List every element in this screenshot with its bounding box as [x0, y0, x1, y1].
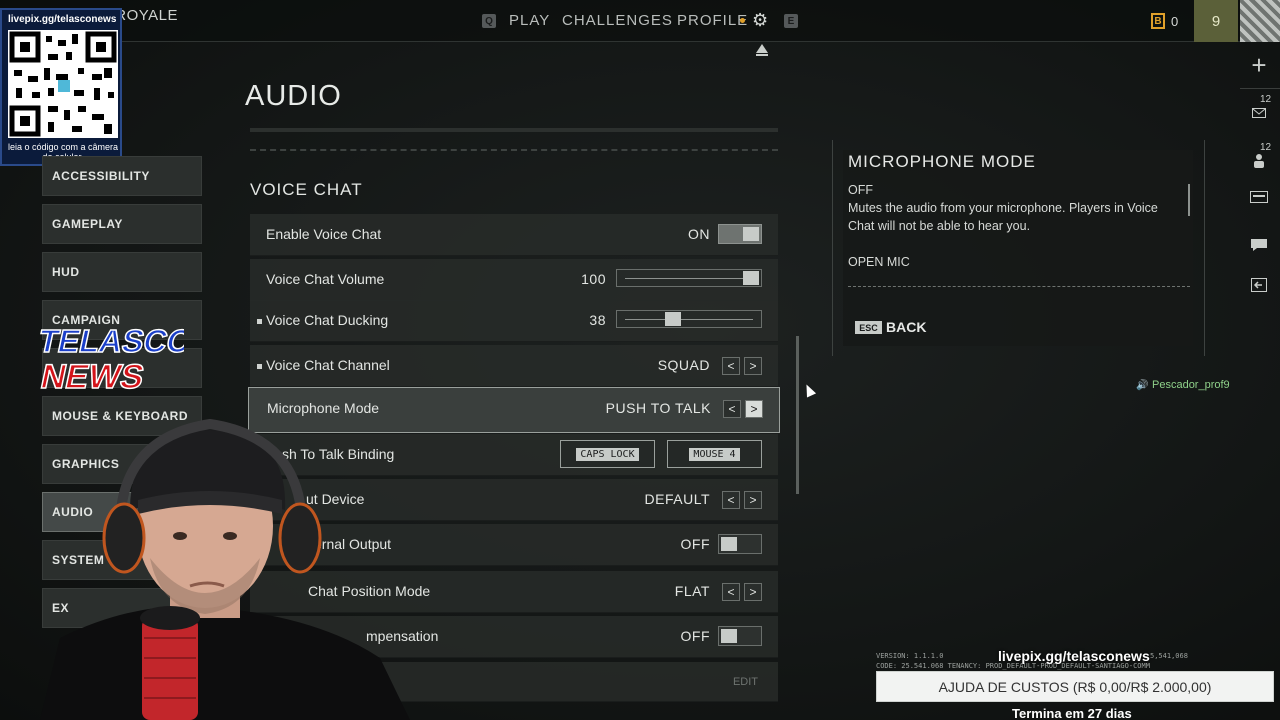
setting-label: Microphone Mode — [267, 400, 380, 416]
page-title: AUDIO — [245, 80, 342, 112]
setting-voice-chat-volume[interactable]: Voice Chat Volume 100 — [250, 259, 778, 301]
chat-icon[interactable] — [1240, 226, 1278, 264]
description-option-off: OFF — [848, 183, 873, 197]
description-scrollbar[interactable] — [1188, 184, 1190, 216]
setting-value: DEFAULT — [644, 491, 710, 507]
setting-value: FLAT — [674, 583, 710, 599]
setting-voice-chat-channel[interactable]: Voice Chat Channel SQUAD < > — [250, 345, 778, 387]
chevron-right-icon[interactable]: > — [744, 491, 762, 509]
telasco-news-logo: TELASCO NEWS — [14, 318, 197, 397]
speaker-icon: 🔊 — [1136, 380, 1149, 391]
ducking-slider[interactable] — [616, 310, 762, 328]
setting-label: Voice Chat Volume — [266, 271, 385, 287]
bullet-marker — [257, 364, 262, 369]
section-divider — [250, 149, 778, 151]
livepix-url: livepix.gg/telasconews — [998, 648, 1150, 664]
compensation-toggle[interactable] — [718, 626, 762, 646]
donation-deadline: Termina em 27 dias — [1012, 706, 1132, 720]
primary-binding-button[interactable]: CAPS LOCK — [560, 440, 655, 468]
player-voice-tag: Pescador_prof9 — [1152, 379, 1230, 391]
version-text: VERSION: 1.1.1.0 — [876, 652, 944, 660]
e-key-hint: E — [784, 14, 798, 28]
description-option-off-text: Mutes the audio from your microphone. Pl… — [848, 201, 1158, 233]
exit-icon[interactable] — [1240, 266, 1278, 304]
currency-icon: B — [1151, 13, 1165, 29]
esc-key-icon: ESC — [855, 321, 882, 334]
voice-chat-toggle[interactable] — [718, 224, 762, 244]
back-button[interactable]: BACK — [886, 319, 926, 335]
nav-challenges[interactable]: CHALLENGES — [562, 12, 673, 29]
menu-item-gameplay[interactable]: GAMEPLAY — [42, 204, 202, 244]
setting-label: Enable Voice Chat — [266, 226, 382, 242]
setting-value: SQUAD — [657, 357, 710, 373]
setting-label: Voice Chat Channel — [266, 357, 390, 373]
chevron-right-icon[interactable]: > — [744, 583, 762, 601]
section-title-voice-chat: VOICE CHAT — [250, 180, 363, 199]
settings-gear-icon[interactable]: ⚙ — [752, 10, 768, 31]
q-key-hint: Q — [482, 14, 496, 28]
description-title: MICROPHONE MODE — [848, 152, 1036, 171]
list-top-edge — [250, 128, 778, 132]
chevron-left-icon[interactable]: < — [723, 400, 741, 418]
qr-code-image — [8, 30, 118, 138]
notification-dot — [740, 18, 745, 23]
description-option-open-mic: OPEN MIC — [848, 255, 910, 269]
currency-count: 0 — [1171, 14, 1179, 29]
setting-enable-voice-chat[interactable]: Enable Voice Chat ON — [250, 214, 778, 256]
mouse-cursor — [801, 382, 817, 398]
volume-slider[interactable] — [616, 269, 762, 287]
chevron-left-icon[interactable]: < — [722, 357, 740, 375]
side-divider — [1240, 88, 1280, 89]
svg-text:NEWS: NEWS — [37, 358, 147, 394]
setting-label: Voice Chat Ducking — [266, 312, 389, 328]
external-output-toggle[interactable] — [718, 534, 762, 554]
setting-value: OFF — [680, 536, 710, 552]
setting-value: PUSH TO TALK — [605, 400, 711, 416]
player-level-badge[interactable]: 9 — [1194, 0, 1238, 42]
chevron-left-icon[interactable]: < — [722, 583, 740, 601]
menu-item-accessibility[interactable]: ACCESSIBILITY — [42, 156, 202, 196]
webcam-overlay — [20, 418, 410, 720]
donation-goal-bar: AJUDA DE CUSTOS (R$ 0,00/R$ 2.000,00) — [876, 671, 1274, 702]
nav-profile[interactable]: PROFILE — [677, 12, 748, 29]
chevron-right-icon[interactable]: > — [745, 400, 763, 418]
settings-scrollbar[interactable] — [796, 336, 799, 494]
corner-qr-code — [1240, 0, 1280, 42]
menu-item-hud[interactable]: HUD — [42, 252, 202, 292]
nav-play[interactable]: PLAY — [509, 12, 550, 29]
secondary-binding-button[interactable]: MOUSE 4 — [667, 440, 762, 468]
mail-icon[interactable] — [1240, 94, 1278, 132]
chevron-right-icon[interactable]: > — [744, 357, 762, 375]
qr-donation-overlay: livepix.gg/telasconews leia o código com… — [0, 8, 122, 166]
setting-value: OFF — [680, 628, 710, 644]
active-tab-underline — [756, 54, 768, 56]
chevron-left-icon[interactable]: < — [722, 491, 740, 509]
setting-value: 100 — [581, 271, 606, 287]
description-panel — [843, 150, 1193, 346]
qr-url: livepix.gg/telasconews — [8, 14, 117, 25]
add-icon[interactable]: + — [1240, 46, 1278, 84]
bullet-marker — [257, 319, 262, 324]
setting-value: 38 — [589, 312, 606, 328]
edit-label[interactable]: EDIT — [733, 676, 758, 688]
setting-value: ON — [688, 226, 710, 242]
party-icon[interactable] — [1240, 178, 1278, 216]
friends-icon[interactable] — [1240, 142, 1278, 180]
svg-text:TELASCO: TELASCO — [35, 323, 184, 359]
build-number: 5,541,068 — [1150, 652, 1188, 660]
setting-voice-chat-ducking[interactable]: Voice Chat Ducking 38 — [250, 300, 778, 342]
active-tab-caret-icon — [756, 44, 768, 53]
description-divider — [848, 286, 1190, 287]
